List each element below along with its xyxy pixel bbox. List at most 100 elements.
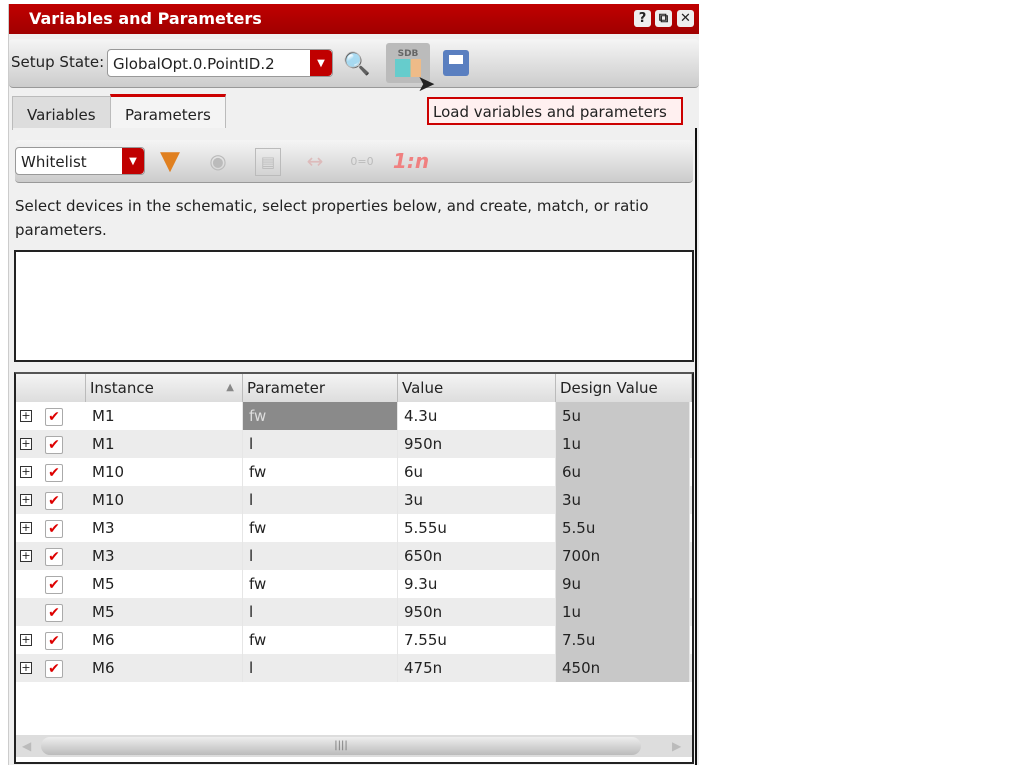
create-parameter-icon[interactable]: ▤ [255,148,281,176]
table-row[interactable]: + ✔ M6 fw 7.55u 7.5u [16,626,692,654]
scroll-left-icon[interactable]: ◀ [22,739,31,753]
chevron-down-icon: ▼ [310,50,332,76]
tab-variables[interactable]: Variables [12,96,111,130]
spread-icon[interactable]: ↔ [297,144,333,178]
expand-icon[interactable]: + [20,466,32,478]
expand-icon[interactable]: + [20,662,32,674]
design-value-cell: 700n [556,542,690,570]
design-value-cell: 6u [556,458,690,486]
header-value[interactable]: Value [398,374,556,402]
instance-cell: M5 [86,598,243,626]
match-icon[interactable]: 0=0 [347,148,377,174]
value-cell[interactable]: 950n [398,598,556,626]
table-row[interactable]: + ✔ M3 l 650n 700n [16,542,692,570]
row-checkbox[interactable]: ✔ [45,492,63,510]
value-cell[interactable]: 6u [398,458,556,486]
expand-icon[interactable]: + [20,634,32,646]
expand-icon[interactable]: + [20,438,32,450]
header-select [16,374,86,402]
value-cell[interactable]: 650n [398,542,556,570]
tab-parameters[interactable]: Parameters [110,94,226,131]
design-value-cell: 1u [556,430,690,458]
setup-toolbar: Setup State: GlobalOpt.0.PointID.2 ▼ 🔍 S… [9,39,699,88]
parameter-cell[interactable]: fw [243,458,398,486]
scroll-thumb[interactable]: |||| [41,737,641,755]
close-button[interactable]: ✕ [677,10,694,27]
mouse-cursor-icon: ➤ [417,72,436,97]
design-value-cell: 9u [556,570,690,598]
value-cell[interactable]: 3u [398,486,556,514]
header-instance-label: Instance [90,379,154,397]
instance-cell: M3 [86,514,243,542]
parameter-cell[interactable]: fw [243,570,398,598]
design-value-cell: 5u [556,402,690,430]
instance-cell: M5 [86,570,243,598]
row-checkbox[interactable]: ✔ [45,632,63,650]
save-icon[interactable] [443,50,469,76]
row-checkbox[interactable]: ✔ [45,660,63,678]
table-row[interactable]: ✔ M5 l 950n 1u [16,598,692,626]
parameter-cell[interactable]: fw [243,402,398,430]
parameter-cell[interactable]: fw [243,514,398,542]
table-row[interactable]: + ✔ M10 l 3u 3u [16,486,692,514]
header-design-value[interactable]: Design Value [556,374,692,402]
parameter-cell[interactable]: l [243,654,398,682]
row-checkbox[interactable]: ✔ [45,436,63,454]
sort-ascending-icon: ▲ [226,382,234,393]
eye-icon[interactable]: ◉ [203,146,233,176]
value-cell[interactable]: 7.55u [398,626,556,654]
parameters-panel: Whitelist ▼ ▼ ◉ ▤ ↔ 0=0 1:n Select devic… [13,128,697,765]
table-row[interactable]: + ✔ M10 fw 6u 6u [16,458,692,486]
compare-search-icon[interactable]: 🔍 [339,47,375,81]
row-checkbox[interactable]: ✔ [45,464,63,482]
row-checkbox[interactable]: ✔ [45,576,63,594]
filter-toolbar: Whitelist ▼ ▼ ◉ ▤ ↔ 0=0 1:n [15,140,693,183]
horizontal-scrollbar[interactable]: ◀ |||| ▶ [16,735,692,757]
filter-icon[interactable]: ▼ [155,146,185,176]
table-row[interactable]: + ✔ M1 fw 4.3u 5u [16,402,692,430]
instance-cell: M1 [86,402,243,430]
setup-state-value: GlobalOpt.0.PointID.2 [113,55,275,73]
scroll-right-icon[interactable]: ▶ [672,739,681,753]
design-value-cell: 5.5u [556,514,690,542]
parameter-cell[interactable]: l [243,542,398,570]
parameter-cell[interactable]: l [243,598,398,626]
expand-icon[interactable]: + [20,550,32,562]
value-cell[interactable]: 950n [398,430,556,458]
parameter-cell[interactable]: l [243,430,398,458]
table-row[interactable]: + ✔ M3 fw 5.55u 5.5u [16,514,692,542]
table-row[interactable]: ✔ M5 fw 9.3u 9u [16,570,692,598]
setup-state-label: Setup State: [11,53,105,71]
row-checkbox[interactable]: ✔ [45,408,63,426]
help-button[interactable]: ? [634,10,651,27]
table-row[interactable]: + ✔ M6 l 475n 450n [16,654,692,682]
selection-box[interactable] [14,250,694,362]
value-cell[interactable]: 5.55u [398,514,556,542]
instance-cell: M3 [86,542,243,570]
table-row[interactable]: + ✔ M1 l 950n 1u [16,430,692,458]
expand-icon[interactable]: + [20,494,32,506]
header-parameter[interactable]: Parameter [243,374,398,402]
window-title: Variables and Parameters [29,9,262,28]
instance-cell: M6 [86,626,243,654]
design-value-cell: 7.5u [556,626,690,654]
expand-icon[interactable]: + [20,522,32,534]
header-instance[interactable]: Instance ▲ [86,374,243,402]
value-cell[interactable]: 9.3u [398,570,556,598]
row-checkbox[interactable]: ✔ [45,548,63,566]
instance-cell: M6 [86,654,243,682]
parameter-cell[interactable]: l [243,486,398,514]
instance-cell: M10 [86,486,243,514]
ratio-icon[interactable]: 1:n [391,146,431,176]
restore-button[interactable]: ⧉ [655,10,672,27]
value-cell[interactable]: 4.3u [398,402,556,430]
row-checkbox[interactable]: ✔ [45,604,63,622]
sdb-label: SDB [397,49,419,59]
tooltip: Load variables and parameters [427,97,683,125]
value-cell[interactable]: 475n [398,654,556,682]
setup-state-select[interactable]: GlobalOpt.0.PointID.2 ▼ [107,49,333,77]
row-checkbox[interactable]: ✔ [45,520,63,538]
expand-icon[interactable]: + [20,410,32,422]
filter-mode-select[interactable]: Whitelist ▼ [15,147,145,175]
parameter-cell[interactable]: fw [243,626,398,654]
